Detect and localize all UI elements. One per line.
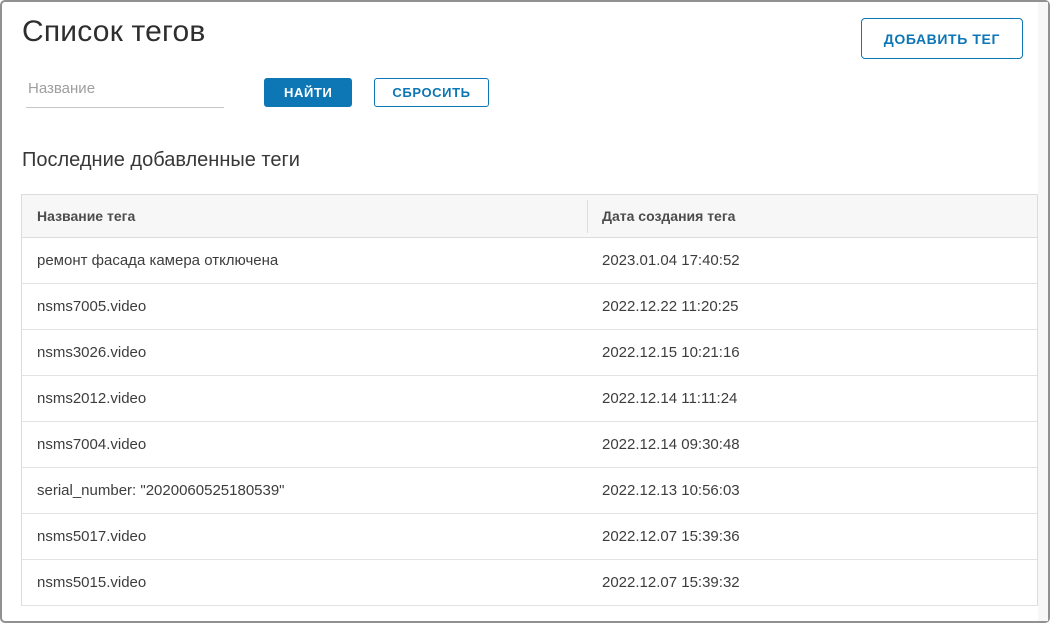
tag-name-cell: nsms7004.video: [22, 436, 587, 453]
tag-created-cell: 2022.12.22 11:20:25: [587, 298, 1037, 315]
add-tag-button[interactable]: ДОБАВИТЬ ТЕГ: [861, 18, 1023, 59]
tag-name-cell: ремонт фасада камера отключена: [22, 252, 587, 269]
table-row[interactable]: nsms5017.video2022.12.07 15:39:36: [22, 514, 1037, 560]
reset-button[interactable]: СБРОСИТЬ: [374, 78, 488, 107]
section-title: Последние добавленные теги: [22, 149, 1048, 172]
table-row[interactable]: nsms2012.video2022.12.14 11:11:24: [22, 376, 1037, 422]
tag-name-cell: nsms7005.video: [22, 298, 587, 315]
column-divider: [587, 200, 588, 233]
tag-name-cell: serial_number: "2020060525180539": [22, 482, 587, 499]
column-header-created-date: Дата создания тега: [587, 208, 1037, 224]
tag-created-cell: 2022.12.07 15:39:36: [587, 528, 1037, 545]
table-row[interactable]: serial_number: "2020060525180539"2022.12…: [22, 468, 1037, 514]
tag-name-cell: nsms2012.video: [22, 390, 587, 407]
table-header-row: Название тега Дата создания тега: [22, 195, 1037, 238]
search-bar: НАЙТИ СБРОСИТЬ: [2, 76, 1048, 108]
tag-created-cell: 2022.12.14 11:11:24: [587, 390, 1037, 407]
tag-name-cell: nsms5017.video: [22, 528, 587, 545]
tag-created-cell: 2022.12.07 15:39:32: [587, 574, 1037, 591]
tag-created-cell: 2022.12.15 10:21:16: [587, 344, 1037, 361]
table-row[interactable]: nsms7004.video2022.12.14 09:30:48: [22, 422, 1037, 468]
table-row[interactable]: ремонт фасада камера отключена2023.01.04…: [22, 238, 1037, 284]
scrollbar-track[interactable]: [1038, 2, 1048, 621]
table-row[interactable]: nsms7005.video2022.12.22 11:20:25: [22, 284, 1037, 330]
page-header: Список тегов ДОБАВИТЬ ТЕГ: [2, 2, 1048, 49]
tag-created-cell: 2022.12.13 10:56:03: [587, 482, 1037, 499]
tag-name-cell: nsms3026.video: [22, 344, 587, 361]
tag-name-cell: nsms5015.video: [22, 574, 587, 591]
column-header-tag-name: Название тега: [22, 208, 587, 224]
find-button[interactable]: НАЙТИ: [264, 78, 352, 107]
table-body: ремонт фасада камера отключена2023.01.04…: [22, 238, 1037, 606]
table-row[interactable]: nsms3026.video2022.12.15 10:21:16: [22, 330, 1037, 376]
tag-created-cell: 2023.01.04 17:40:52: [587, 252, 1037, 269]
tag-created-cell: 2022.12.14 09:30:48: [587, 436, 1037, 453]
search-input[interactable]: [26, 76, 224, 108]
tag-list-page: Список тегов ДОБАВИТЬ ТЕГ НАЙТИ СБРОСИТЬ…: [2, 2, 1048, 621]
table-row[interactable]: nsms5015.video2022.12.07 15:39:32: [22, 560, 1037, 606]
tags-table: Название тега Дата создания тега ремонт …: [21, 194, 1038, 606]
